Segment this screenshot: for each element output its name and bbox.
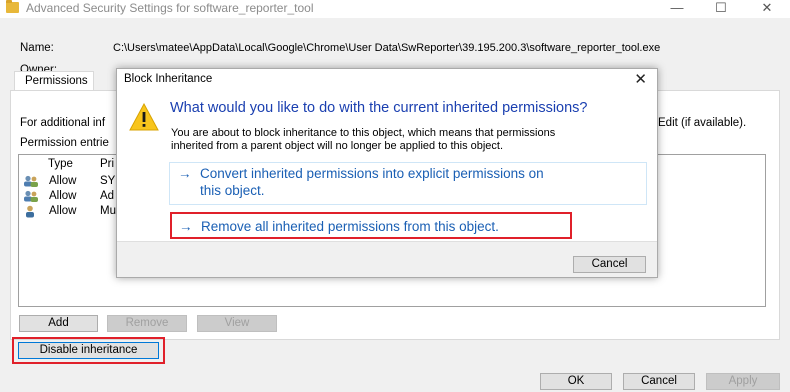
entry-principal: Mu bbox=[100, 205, 116, 217]
ok-button[interactable]: OK bbox=[540, 373, 612, 390]
dialog-footer: Cancel bbox=[117, 241, 657, 277]
entry-type: Allow bbox=[49, 175, 77, 187]
window-title: Advanced Security Settings for software_… bbox=[26, 1, 314, 15]
title-bar: Advanced Security Settings for software_… bbox=[0, 0, 790, 18]
advanced-security-window: Advanced Security Settings for software_… bbox=[0, 0, 790, 392]
permission-entries-label: Permission entrie bbox=[20, 137, 109, 149]
cancel-button[interactable]: Cancel bbox=[623, 373, 695, 390]
remove-button[interactable]: Remove bbox=[107, 315, 187, 332]
dialog-content: What would you like to do with the curre… bbox=[117, 91, 657, 241]
remove-permissions-option[interactable]: → Remove all inherited permissions from t… bbox=[174, 215, 568, 236]
edit-hint-text: Edit (if available). bbox=[658, 117, 747, 129]
dialog-title-bar: Block Inheritance ✕ bbox=[117, 69, 657, 91]
dialog-close-button[interactable]: ✕ bbox=[634, 70, 647, 88]
description-line-2: inherited from a parent object will no l… bbox=[171, 140, 504, 152]
folder-icon bbox=[6, 0, 19, 13]
column-header-type[interactable]: Type bbox=[48, 158, 73, 170]
apply-button[interactable]: Apply bbox=[706, 373, 780, 390]
name-label: Name: bbox=[20, 42, 54, 54]
arrow-icon: → bbox=[179, 219, 193, 234]
user-group-icon bbox=[24, 190, 38, 202]
convert-option-line-1: Convert inherited permissions into expli… bbox=[200, 166, 544, 181]
minimize-button[interactable]: — bbox=[654, 0, 700, 18]
name-value: C:\Users\matee\AppData\Local\Google\Chro… bbox=[113, 42, 661, 54]
description-line-1: You are about to block inheritance to th… bbox=[171, 127, 556, 139]
dialog-description: You are about to block inheritance to th… bbox=[171, 127, 641, 153]
warning-icon bbox=[129, 103, 159, 131]
tab-permissions[interactable]: Permissions bbox=[14, 71, 94, 91]
dialog-question: What would you like to do with the curre… bbox=[170, 100, 588, 116]
close-button[interactable]: ✕ bbox=[744, 0, 790, 18]
convert-option-line-2: this object. bbox=[200, 183, 265, 198]
user-group-icon bbox=[24, 175, 38, 187]
block-inheritance-dialog: Block Inheritance ✕ What would you like … bbox=[116, 68, 658, 278]
dialog-cancel-button[interactable]: Cancel bbox=[573, 256, 646, 273]
remove-option-label: Remove all inherited permissions from th… bbox=[201, 219, 499, 234]
arrow-icon: → bbox=[178, 166, 192, 181]
user-icon bbox=[26, 205, 34, 218]
add-button[interactable]: Add bbox=[19, 315, 98, 332]
entry-principal: Ad bbox=[100, 190, 115, 202]
additional-info-text: For additional inf bbox=[20, 117, 106, 129]
disable-inheritance-button[interactable]: Disable inheritance bbox=[18, 342, 159, 359]
column-header-principal[interactable]: Pri bbox=[100, 158, 114, 170]
maximize-button[interactable]: ☐ bbox=[698, 0, 744, 18]
entry-type: Allow bbox=[49, 190, 77, 202]
convert-permissions-option[interactable]: → Convert inherited permissions into expl… bbox=[169, 162, 647, 205]
dialog-title: Block Inheritance bbox=[124, 73, 213, 85]
entry-type: Allow bbox=[49, 205, 77, 217]
view-button[interactable]: View bbox=[197, 315, 277, 332]
